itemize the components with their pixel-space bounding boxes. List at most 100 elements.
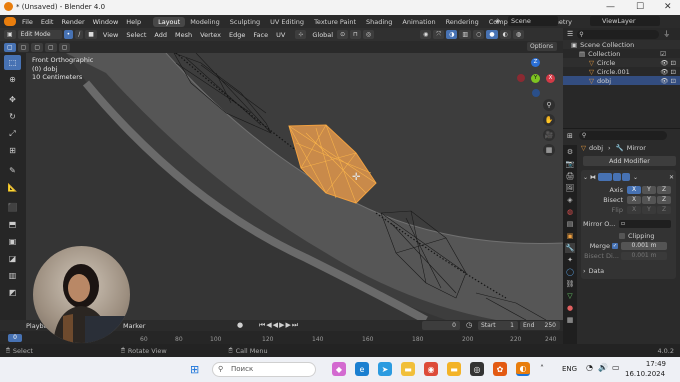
obs-icon[interactable]: ◎ [470,362,484,376]
tab-uv-editing[interactable]: UV Editing [265,17,309,27]
material-tab-icon[interactable]: ● [565,303,575,313]
add-cube-tool-icon[interactable]: ⬛ [4,200,21,215]
zoom-icon[interactable]: ⚲ [543,99,555,111]
battery-icon[interactable]: ▭ [612,363,620,372]
scene-tab-icon[interactable]: ◈ [565,195,575,205]
data-panel-chevron-icon[interactable]: › [583,267,586,275]
edge-browser-icon[interactable]: e [355,362,369,376]
options-dropdown[interactable]: Options [527,42,557,51]
outliner-row-active[interactable]: ▽ dobj 👁 ⊡ [563,76,680,85]
rendered-shading-icon[interactable]: ◍ [512,30,525,39]
flip-z-toggle[interactable]: Z [657,206,671,214]
camera-view-icon[interactable]: 🎥 [543,129,555,141]
editor-type-button[interactable]: ▣ [4,30,16,39]
remove-modifier-icon[interactable]: ✕ [669,174,674,181]
tab-sculpting[interactable]: Sculpting [225,17,265,27]
bisect-y-toggle[interactable]: Y [642,196,656,204]
dropdown-chevron-icon[interactable]: ⌄ [633,174,638,181]
flip-y-toggle[interactable]: Y [642,206,656,214]
frame-indicator[interactable]: 0 [8,334,22,342]
visibility-icon[interactable]: ◉ [420,30,432,39]
language-indicator[interactable]: ENG [562,365,577,373]
maximize-button[interactable]: ☐ [636,2,644,12]
tab-shading[interactable]: Shading [361,17,397,27]
marker-menu[interactable]: Marker [119,322,149,330]
measure-tool-icon[interactable]: 📐 [4,180,21,195]
tab-layout[interactable]: Layout [153,16,186,27]
gizmo-neg-z[interactable] [532,89,540,97]
transform-orientation-icon[interactable]: ⊹ [295,30,307,39]
gizmo-z-axis[interactable]: Z [531,58,540,67]
current-frame-field[interactable]: 0 [422,321,460,330]
pivot-icon[interactable]: ⊙ [337,30,349,39]
modifier-tab-icon[interactable]: 🔧 [565,243,575,253]
navigation-gizmo[interactable]: Z Y X [513,56,558,101]
menu-mesh[interactable]: Mesh [171,31,196,39]
gizmo-icon[interactable]: ⤧ [433,30,445,39]
close-button[interactable]: ✕ [664,2,672,12]
render-toggle[interactable] [622,173,631,181]
menu-vertex[interactable]: Vertex [196,31,225,39]
eye-icon[interactable]: 👁 ⊡ [660,59,676,67]
data-panel-label[interactable]: Data [589,267,605,275]
tray-chevron-icon[interactable]: ˄ [540,364,544,373]
end-frame-field[interactable]: End 250 [520,321,560,330]
menu-render[interactable]: Render [57,18,88,26]
record-icon[interactable]: ● [237,321,243,329]
outliner-row[interactable]: ▽ Circle.001 👁 ⊡ [563,67,680,76]
select-intersect-icon[interactable]: ▢ [58,42,71,52]
menu-edge[interactable]: Edge [225,31,249,39]
edit-mode-toggle[interactable] [598,173,613,181]
outliner-row[interactable]: ▣ Scene Collection [563,40,680,49]
menu-add[interactable]: Add [150,31,171,39]
scene-selector[interactable]: Scene [508,16,558,26]
bisect-z-toggle[interactable]: Z [657,196,671,204]
properties-editor-icon[interactable]: ⊞ [567,132,573,140]
outliner-row[interactable]: ▤ Collection ☑ [563,49,680,58]
mirror-object-field[interactable]: ▫ [619,219,671,228]
clipping-checkbox[interactable] [619,233,625,239]
start-frame-field[interactable]: Start 1 [478,321,518,330]
keyframe-icon[interactable]: ◷ [466,321,472,329]
tab-texture-paint[interactable]: Texture Paint [309,17,361,27]
tab-animation[interactable]: Animation [397,17,440,27]
collection-tab-icon[interactable]: ▤ [565,219,575,229]
blender-taskbar-icon[interactable]: ◐ [516,362,530,376]
scene-icon[interactable]: ◈ [495,17,500,25]
telegram-icon[interactable]: ➤ [378,362,392,376]
axis-y-toggle[interactable]: Y [642,186,656,194]
cursor-tool-icon[interactable]: ⊕ [4,72,21,87]
mode-selector[interactable]: Edit Mode [17,30,62,39]
select-box-mode-icon[interactable]: ▢ [4,42,16,52]
annotate-tool-icon[interactable]: ✎ [4,163,21,178]
playback-controls-icon[interactable]: ⏮◀◀▶▶⏭ [259,321,299,330]
axis-x-toggle[interactable]: X [627,186,641,194]
menu-edit[interactable]: Edit [37,18,58,26]
select-tool-icon[interactable]: ⬚ [4,55,21,70]
tool-tab-icon[interactable]: ⚙ [565,147,575,157]
volume-icon[interactable]: 🔊 [598,363,608,372]
move-tool-icon[interactable]: ✥ [4,92,21,107]
proportional-edit-icon[interactable]: ◎ [362,30,375,39]
menu-window[interactable]: Window [89,18,123,26]
collapse-chevron-icon[interactable]: ⌄ [583,174,588,181]
menu-select[interactable]: Select [122,31,150,39]
realtime-toggle[interactable] [613,173,622,181]
folder-icon[interactable]: ▬ [447,362,461,376]
rotate-tool-icon[interactable]: ↻ [4,109,21,124]
transform-tool-icon[interactable]: ⊞ [4,143,21,158]
view-layer-selector[interactable]: ViewLayer [590,16,660,26]
material-shading-icon[interactable]: ◐ [499,30,511,39]
merge-distance-field[interactable]: 0.001 m [621,242,667,250]
scale-tool-icon[interactable]: ⤢ [4,126,21,141]
select-subtract-icon[interactable]: ▢ [31,42,44,52]
render-tab-icon[interactable]: 📷 [565,159,575,169]
tab-rendering[interactable]: Rendering [441,17,484,27]
gizmo-x-axis[interactable]: X [546,74,555,83]
loop-cut-tool-icon[interactable]: ▥ [4,268,21,283]
outliner-editor-icon[interactable]: ☰ [567,30,573,38]
merge-checkbox[interactable]: ✓ [612,243,618,249]
overlay-icon[interactable]: ◑ [446,30,458,39]
pan-hand-icon[interactable]: ✋ [543,114,555,126]
xray-icon[interactable]: ▥ [459,30,472,39]
